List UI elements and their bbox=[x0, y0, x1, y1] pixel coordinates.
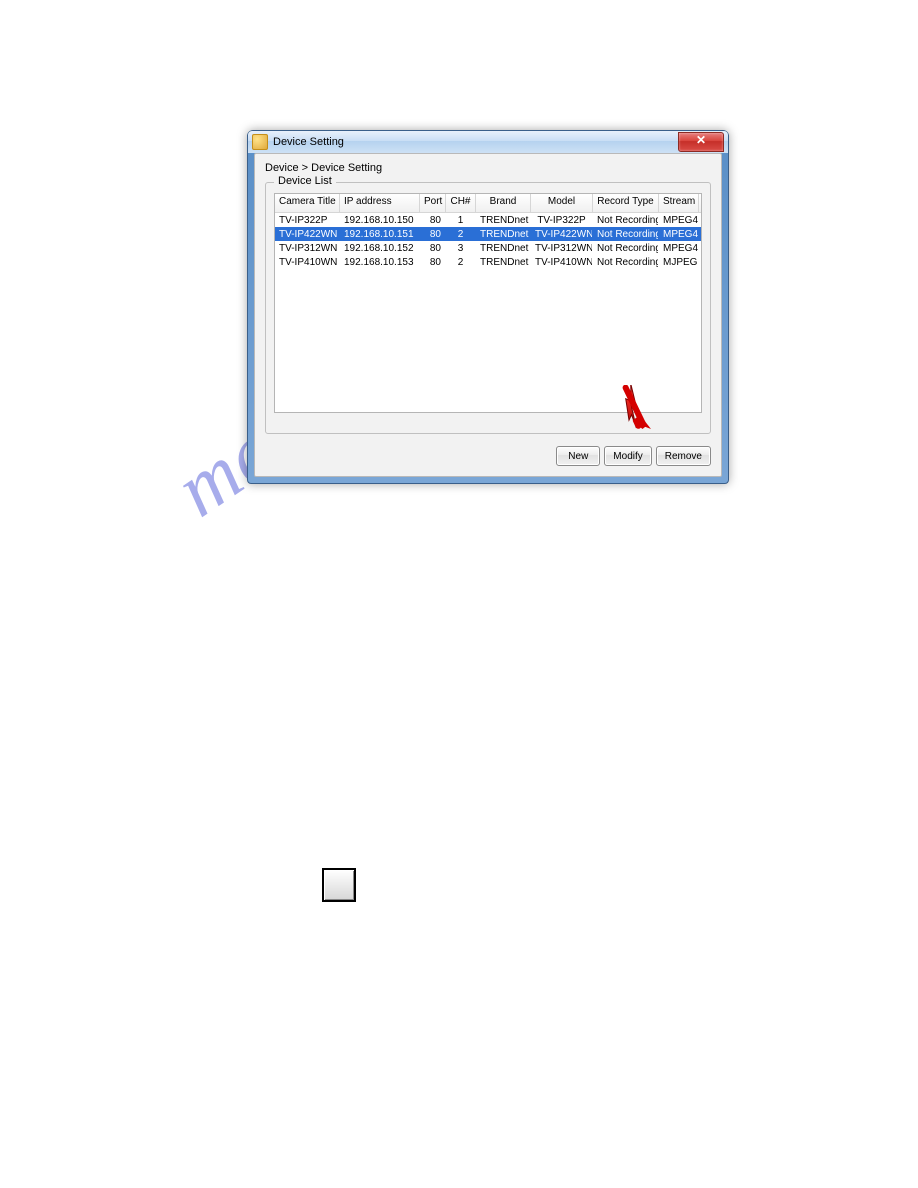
col-header-record[interactable]: Record Type bbox=[593, 194, 659, 212]
cell-model: TV-IP410WN bbox=[531, 255, 593, 269]
cell-brand: TRENDnet bbox=[476, 241, 531, 255]
device-list-group: Device List Camera Title IP address Port… bbox=[265, 182, 711, 434]
col-header-brand[interactable]: Brand bbox=[476, 194, 531, 212]
dialog-body: Device > Device Setting Device List Came… bbox=[254, 153, 722, 477]
stop-icon bbox=[322, 868, 356, 902]
group-label: Device List bbox=[274, 175, 336, 187]
cell-port: 80 bbox=[420, 213, 446, 227]
cell-title: TV-IP312WN bbox=[275, 241, 340, 255]
table-row[interactable]: TV-IP322P192.168.10.150801TRENDnetTV-IP3… bbox=[275, 213, 701, 227]
cell-port: 80 bbox=[420, 227, 446, 241]
cell-ip: 192.168.10.152 bbox=[340, 241, 420, 255]
table-row[interactable]: TV-IP422WN192.168.10.151802TRENDnetTV-IP… bbox=[275, 227, 701, 241]
cell-ch: 2 bbox=[446, 255, 476, 269]
cell-ip: 192.168.10.150 bbox=[340, 213, 420, 227]
window-title: Device Setting bbox=[273, 136, 678, 148]
cell-title: TV-IP322P bbox=[275, 213, 340, 227]
cell-ip: 192.168.10.151 bbox=[340, 227, 420, 241]
cell-brand: TRENDnet bbox=[476, 227, 531, 241]
cell-rec: Not Recording bbox=[593, 255, 659, 269]
cell-ch: 2 bbox=[446, 227, 476, 241]
modify-button[interactable]: Modify bbox=[604, 446, 651, 466]
cell-stream: MPEG4 bbox=[659, 213, 699, 227]
list-header: Camera Title IP address Port CH# Brand M… bbox=[275, 194, 701, 213]
app-icon bbox=[252, 134, 268, 150]
remove-button[interactable]: Remove bbox=[656, 446, 711, 466]
new-button[interactable]: New bbox=[556, 446, 600, 466]
button-row: New Modify Remove bbox=[556, 446, 711, 466]
cell-model: TV-IP422WN bbox=[531, 227, 593, 241]
cell-rec: Not Recording bbox=[593, 213, 659, 227]
cell-brand: TRENDnet bbox=[476, 255, 531, 269]
titlebar: Device Setting ✕ bbox=[248, 131, 728, 153]
cell-rec: Not Recording bbox=[593, 227, 659, 241]
col-header-port[interactable]: Port bbox=[420, 194, 446, 212]
cell-port: 80 bbox=[420, 241, 446, 255]
close-icon: ✕ bbox=[696, 133, 706, 147]
col-header-model[interactable]: Model bbox=[531, 194, 593, 212]
cell-rec: Not Recording bbox=[593, 241, 659, 255]
close-button[interactable]: ✕ bbox=[678, 132, 724, 152]
col-header-ch[interactable]: CH# bbox=[446, 194, 476, 212]
col-header-ip[interactable]: IP address bbox=[340, 194, 420, 212]
table-row[interactable]: TV-IP312WN192.168.10.152803TRENDnetTV-IP… bbox=[275, 241, 701, 255]
cell-stream: MPEG4 bbox=[659, 241, 699, 255]
cell-title: TV-IP410WN bbox=[275, 255, 340, 269]
table-row[interactable]: TV-IP410WN192.168.10.153802TRENDnetTV-IP… bbox=[275, 255, 701, 269]
cell-ch: 1 bbox=[446, 213, 476, 227]
cell-model: TV-IP322P bbox=[531, 213, 593, 227]
cell-stream: MJPEG bbox=[659, 255, 699, 269]
col-header-stream[interactable]: Stream bbox=[659, 194, 699, 212]
col-header-title[interactable]: Camera Title bbox=[275, 194, 340, 212]
device-setting-dialog: Device Setting ✕ Device > Device Setting… bbox=[247, 130, 729, 484]
cell-ip: 192.168.10.153 bbox=[340, 255, 420, 269]
cell-ch: 3 bbox=[446, 241, 476, 255]
breadcrumb: Device > Device Setting bbox=[265, 162, 711, 174]
cell-model: TV-IP312WN bbox=[531, 241, 593, 255]
cell-stream: MPEG4 bbox=[659, 227, 699, 241]
cell-title: TV-IP422WN bbox=[275, 227, 340, 241]
cell-port: 80 bbox=[420, 255, 446, 269]
cell-brand: TRENDnet bbox=[476, 213, 531, 227]
device-list[interactable]: Camera Title IP address Port CH# Brand M… bbox=[274, 193, 702, 413]
